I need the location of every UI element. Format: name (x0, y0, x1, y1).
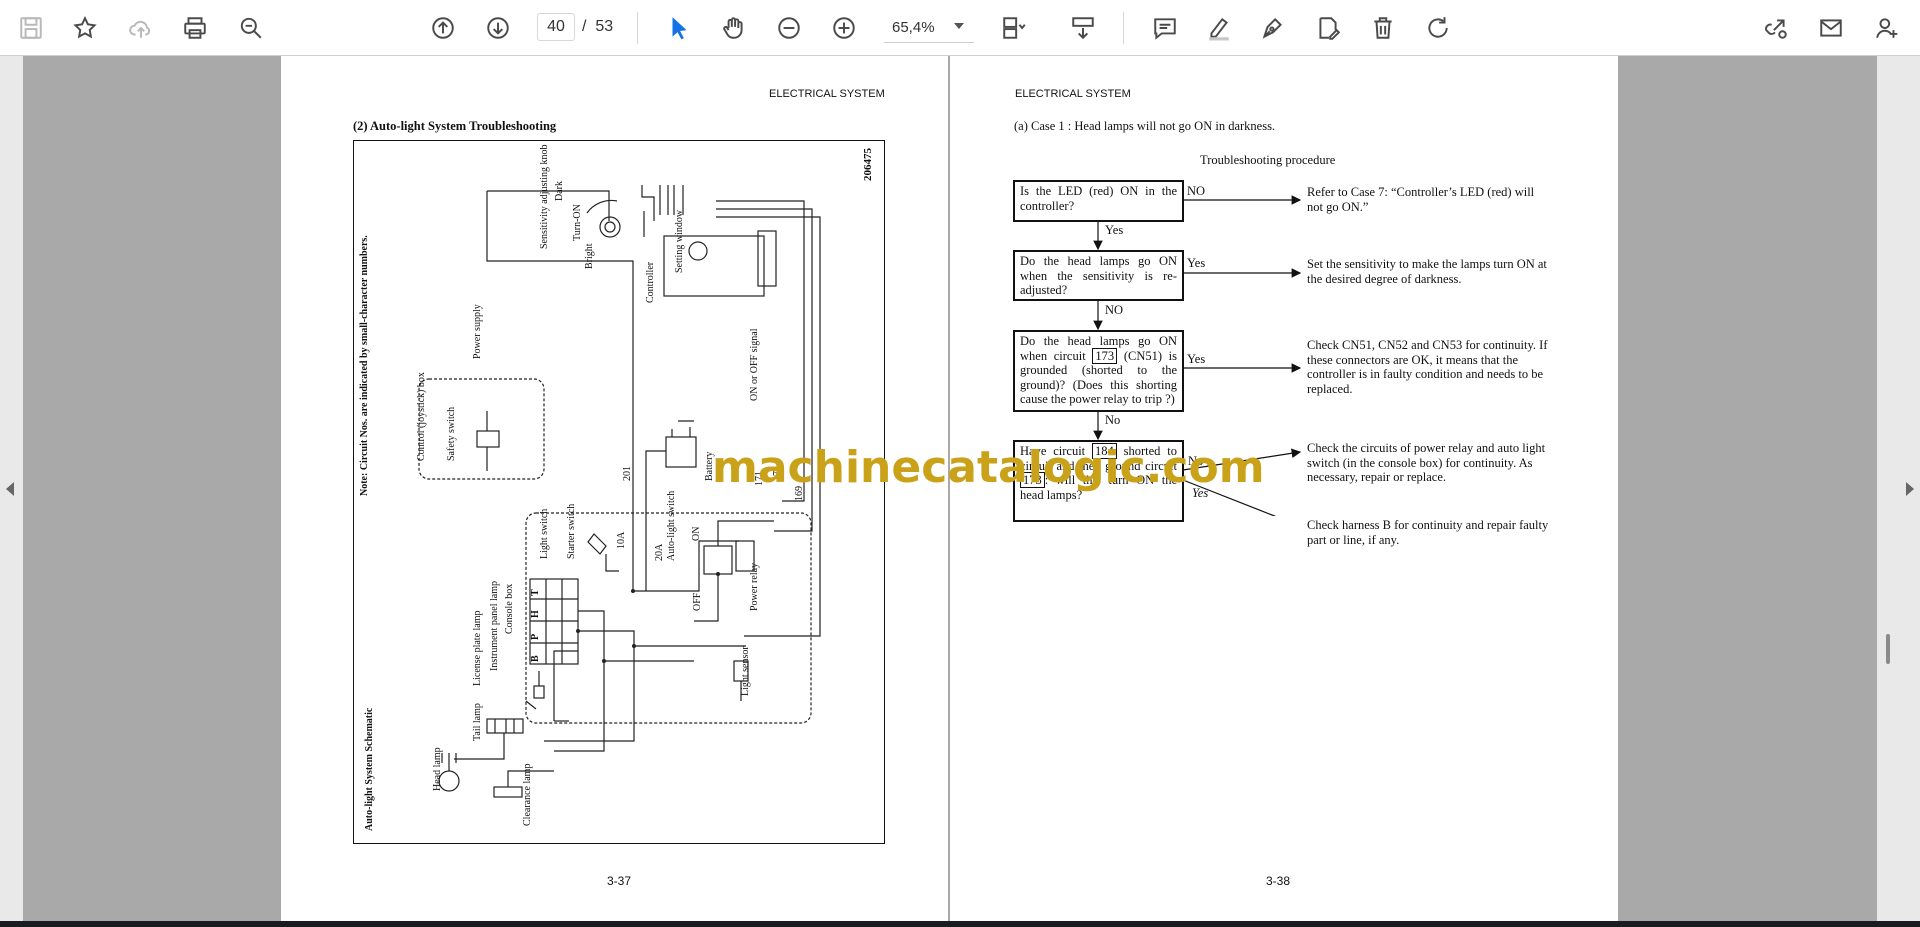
flow-step-2: Do the head lamps go ON when the sensiti… (1013, 250, 1184, 301)
label-on-off-signal: ON or OFF signal (749, 328, 760, 401)
label-turn-on: Turn-ON (572, 204, 583, 241)
section-title: (2) Auto-light System Troubleshooting (353, 119, 557, 133)
schematic-title: Auto-light System Schematic (364, 707, 375, 831)
vertical-scrollbar[interactable] (1886, 634, 1890, 664)
save-icon[interactable] (14, 11, 48, 45)
right-panel-toggle[interactable] (1877, 56, 1920, 921)
label-wire-201: 201 (622, 466, 633, 481)
switch-letter: H (530, 610, 541, 618)
label-tail-lamp: Tail lamp (472, 703, 483, 741)
page-separator: / (582, 18, 587, 35)
switch-letter: B (530, 655, 541, 662)
delete-icon[interactable] (1366, 11, 1400, 45)
label-license-lamp: License plate lamp (472, 610, 483, 686)
share-link-icon[interactable] (1759, 11, 1793, 45)
result-3: Check CN51, CN52 and CN53 for continuity… (1307, 338, 1548, 396)
schematic-note: Note: Circuit Nos. are indicated by smal… (359, 235, 370, 496)
fill-sign-icon[interactable] (1311, 11, 1345, 45)
chevron-down-icon (954, 23, 964, 29)
select-cursor-icon[interactable] (662, 11, 696, 45)
left-panel-toggle[interactable] (0, 56, 23, 921)
label-control-box: Control (joystick) box (416, 372, 427, 461)
flow-step-1: Is the LED (red) ON in the controller? (1013, 180, 1184, 222)
scroll-mode-icon[interactable] (1066, 11, 1100, 45)
zoom-level-select[interactable]: 65,4% (884, 13, 974, 43)
label-clearance-lamp: Clearance lamp (522, 763, 533, 826)
hand-tool-icon[interactable] (717, 11, 751, 45)
label-fuse-20a: 20A (654, 543, 665, 561)
result-1: Refer to Case 7: “Controller’s LED (red)… (1307, 185, 1535, 214)
flow-step-3: Do the head lamps go ON when circuit 173… (1013, 330, 1184, 412)
label-on: ON (691, 526, 702, 541)
branch-yes-3: Yes (1187, 352, 1206, 366)
upload-cloud-icon[interactable] (124, 11, 158, 45)
page-current: 40 (547, 18, 565, 35)
label-sensitivity-knob: Sensitivity adjusting knob (539, 144, 550, 249)
page-number: 3-38 (1266, 874, 1291, 888)
branch-no-2: NO (1105, 303, 1124, 317)
label-safety-switch: Safety switch (446, 406, 457, 461)
branch-no-1: NO (1187, 184, 1206, 198)
toolbar-divider (1123, 12, 1124, 44)
label-power-relay: Power relay (749, 562, 760, 611)
label-controller: Controller (645, 261, 656, 303)
page-total: 53 (595, 18, 614, 35)
expand-right-icon[interactable] (1906, 482, 1914, 496)
fit-page-icon[interactable] (997, 11, 1031, 45)
label-starter-switch: Starter switch (566, 503, 577, 559)
draw-pen-icon[interactable] (1256, 11, 1290, 45)
rotate-icon[interactable] (1421, 11, 1455, 45)
label-light-switch: Light switch (539, 508, 550, 559)
result-4-no: Check the circuits of power relay and au… (1307, 441, 1546, 484)
label-power-supply: Power supply (472, 304, 483, 359)
flow-step-1-question: Is the LED (red) ON in the controller? (1020, 184, 1177, 213)
page-down-icon[interactable] (481, 11, 515, 45)
comment-icon[interactable] (1148, 11, 1182, 45)
branch-no-3: No (1105, 413, 1121, 427)
label-console-box: Console box (504, 583, 515, 634)
taskbar-strip (0, 921, 1920, 927)
label-fuse-10a: 10A (616, 531, 627, 549)
page-up-icon[interactable] (426, 11, 460, 45)
result-4-yes: Check harness B for continuity and repai… (1307, 518, 1549, 547)
label-bright: Bright (584, 243, 595, 269)
label-head-lamp: Head lamp (432, 747, 443, 791)
page-count: / 53 (582, 18, 613, 36)
figure-id: 206475 (862, 148, 874, 181)
zoom-search-icon[interactable] (234, 11, 268, 45)
switch-letter: T (530, 589, 541, 596)
zoom-in-icon[interactable] (827, 11, 861, 45)
zoom-value: 65,4% (892, 19, 935, 36)
result-2: Set the sensitivity to make the lamps tu… (1307, 257, 1547, 286)
toolbar-divider (637, 12, 638, 44)
print-icon[interactable] (178, 11, 212, 45)
branch-yes-2: Yes (1187, 256, 1206, 270)
label-instrument-lamp: Instrument panel lamp (489, 581, 500, 671)
highlight-pen-icon[interactable] (1202, 11, 1236, 45)
watermark: machinecatalogic.com (712, 442, 1265, 493)
switch-letter: P (530, 633, 541, 640)
label-off: OFF (692, 592, 703, 611)
add-user-icon[interactable] (1870, 11, 1904, 45)
label-light-sensor: Light sensor (740, 646, 751, 696)
label-auto-light-switch: Auto-light switch (666, 490, 677, 561)
zoom-out-icon[interactable] (772, 11, 806, 45)
toolbar: 40 / 53 65,4% (0, 0, 1920, 56)
page-number-input[interactable]: 40 (537, 13, 575, 41)
label-setting-window: Setting window (674, 209, 685, 273)
label-dark: Dark (554, 181, 565, 201)
page-header: ELECTRICAL SYSTEM (769, 88, 885, 100)
expand-left-icon[interactable] (6, 482, 14, 496)
bookmark-star-icon[interactable] (68, 11, 102, 45)
page-number: 3-37 (607, 874, 632, 888)
branch-yes-1: Yes (1105, 223, 1124, 237)
circuit-code: 173 (1092, 347, 1118, 364)
flow-step-2-question: Do the head lamps go ON when the sensiti… (1020, 254, 1177, 297)
email-icon[interactable] (1814, 11, 1848, 45)
